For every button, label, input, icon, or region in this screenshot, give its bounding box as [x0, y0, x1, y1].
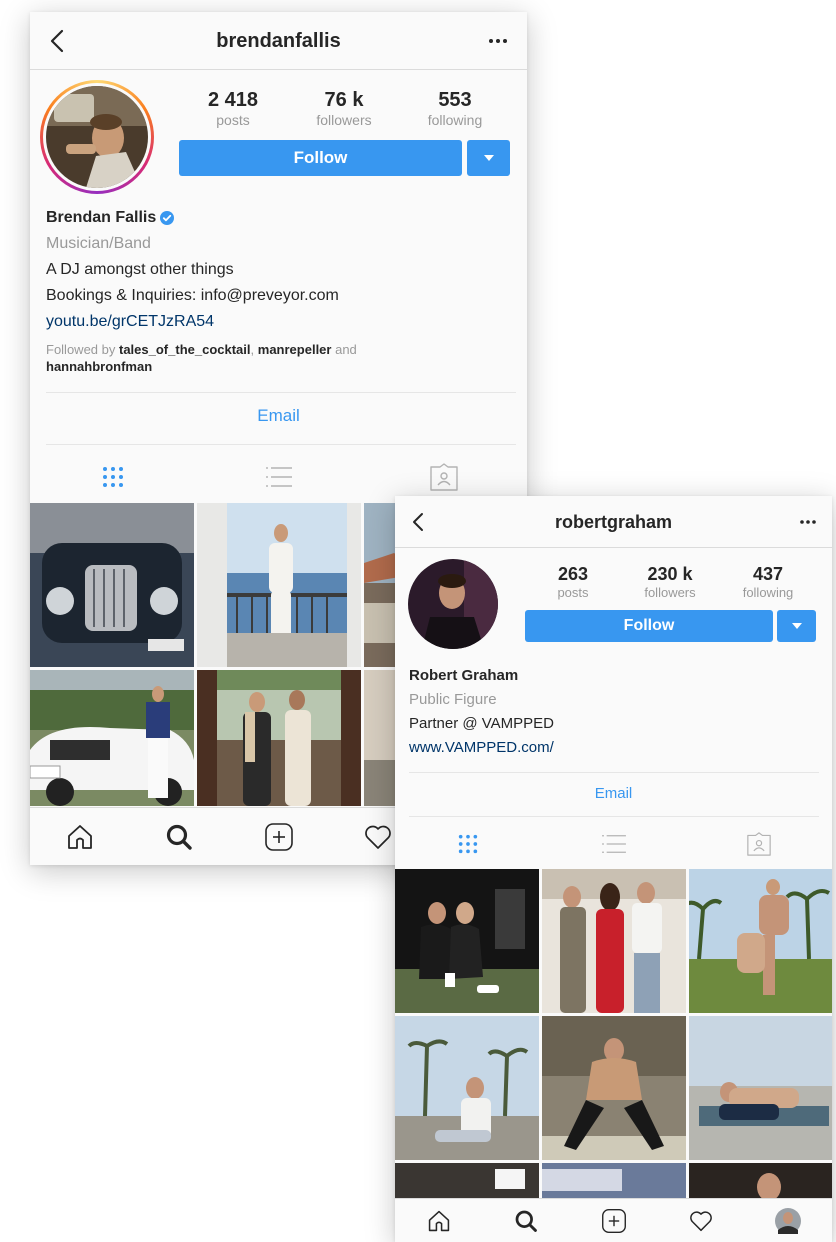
tab-grid[interactable] — [395, 822, 541, 866]
post-thumbnail[interactable] — [542, 1163, 686, 1199]
following-count[interactable]: 437 following — [731, 564, 805, 600]
followers-count[interactable]: 76 k followers — [304, 89, 384, 128]
post-thumbnail[interactable] — [197, 503, 361, 667]
post-thumbnail[interactable] — [689, 869, 832, 1013]
followed-by: Followed by tales_of_the_cocktail, manre… — [46, 342, 357, 374]
full-name-row: Brendan Fallis — [46, 205, 506, 231]
nav-profile[interactable] — [745, 1207, 832, 1234]
post-thumbnail[interactable] — [542, 1016, 686, 1160]
add-post-icon — [601, 1208, 626, 1233]
follow-button[interactable]: Follow — [525, 610, 773, 642]
nav-add-post[interactable] — [570, 1208, 657, 1234]
category-label: Public Figure — [409, 691, 497, 708]
profile-header: brendanfallis — [30, 12, 527, 70]
more-options-button[interactable] — [792, 496, 824, 548]
post-thumbnail[interactable] — [395, 1016, 539, 1160]
profile-username: brendanfallis — [216, 30, 341, 52]
more-horizontal-icon — [489, 39, 507, 43]
post-thumbnail[interactable] — [197, 670, 361, 806]
chevron-down-icon — [483, 155, 494, 161]
add-post-icon — [264, 822, 293, 851]
post-thumbnail[interactable] — [395, 1163, 539, 1199]
bio-line-1: Partner @ VAMPPED — [409, 715, 554, 732]
list-icon — [265, 467, 292, 487]
email-button[interactable]: Email — [395, 785, 832, 802]
chevron-down-icon — [791, 623, 802, 629]
follow-button[interactable]: Follow — [179, 140, 462, 176]
bio-line-1: A DJ amongst other things — [46, 261, 234, 278]
full-name: Brendan Fallis — [46, 209, 157, 226]
home-icon — [67, 824, 92, 849]
avatar — [775, 1207, 802, 1234]
suggested-dropdown-button[interactable] — [777, 610, 816, 642]
nav-search[interactable] — [482, 1209, 569, 1233]
mutual-follower-link[interactable]: manrepeller — [258, 342, 332, 357]
category-label: Musician/Band — [46, 235, 151, 252]
post-thumbnail[interactable] — [689, 1163, 832, 1199]
mutual-follower-link[interactable]: hannahbronfman — [46, 359, 152, 374]
posts-count[interactable]: 2 418 posts — [198, 89, 268, 128]
nav-activity[interactable] — [657, 1210, 744, 1232]
bottom-nav — [395, 1198, 832, 1242]
profile-bio: Robert Graham Public Figure Partner @ VA… — [409, 664, 819, 760]
home-icon — [428, 1210, 449, 1231]
divider — [46, 444, 516, 445]
website-link[interactable]: youtu.be/grCETJzRA54 — [46, 309, 506, 335]
followers-count[interactable]: 230 k followers — [631, 564, 709, 600]
tab-tagged[interactable] — [361, 452, 527, 502]
tab-grid[interactable] — [30, 452, 196, 502]
divider — [409, 816, 819, 817]
list-icon — [601, 835, 626, 853]
search-icon — [167, 824, 192, 850]
tab-list[interactable] — [196, 452, 362, 502]
post-thumbnail[interactable] — [395, 869, 539, 1013]
divider — [409, 772, 819, 773]
grid-icon — [102, 467, 123, 487]
suggested-dropdown-button[interactable] — [467, 140, 510, 176]
full-name: Robert Graham — [409, 667, 519, 684]
post-grid — [395, 869, 832, 1199]
post-thumbnail[interactable] — [542, 869, 686, 1013]
avatar — [46, 86, 148, 188]
email-button[interactable]: Email — [30, 406, 527, 426]
post-thumbnail[interactable] — [30, 503, 194, 667]
profile-bio: Brendan Fallis Musician/Band A DJ amongs… — [46, 205, 506, 375]
post-thumbnail[interactable] — [689, 1016, 832, 1160]
post-thumbnail[interactable] — [30, 670, 194, 806]
divider — [46, 392, 516, 393]
heart-icon — [365, 825, 391, 849]
profile-tabs — [395, 822, 832, 866]
verified-badge-icon — [160, 210, 175, 225]
grid-icon — [458, 834, 477, 854]
profile-screen-robertgraham: robertgraham 263 posts 230 k followers 4… — [395, 496, 832, 1242]
nav-search[interactable] — [129, 823, 228, 851]
heart-icon — [690, 1210, 712, 1231]
profile-username: robertgraham — [554, 512, 673, 532]
avatar[interactable] — [408, 559, 498, 649]
posts-count[interactable]: 263 posts — [543, 564, 603, 600]
profile-tabs — [30, 452, 527, 502]
tab-list[interactable] — [541, 822, 687, 866]
nav-home[interactable] — [30, 823, 129, 851]
story-ring[interactable] — [40, 80, 154, 194]
more-horizontal-icon — [800, 520, 816, 524]
following-count[interactable]: 553 following — [415, 89, 495, 128]
nav-home[interactable] — [395, 1209, 482, 1233]
search-icon — [515, 1210, 537, 1232]
profile-header: robertgraham — [395, 496, 832, 548]
mutual-follower-link[interactable]: tales_of_the_cocktail — [119, 342, 251, 357]
website-link[interactable]: www.VAMPPED.com/ — [409, 736, 819, 760]
more-options-button[interactable] — [481, 12, 515, 70]
bio-line-2: Bookings & Inquiries: info@preveyor.com — [46, 287, 339, 304]
tab-tagged[interactable] — [686, 822, 832, 866]
tagged-icon — [430, 463, 458, 491]
nav-add-post[interactable] — [229, 822, 328, 852]
tagged-icon — [747, 832, 771, 856]
